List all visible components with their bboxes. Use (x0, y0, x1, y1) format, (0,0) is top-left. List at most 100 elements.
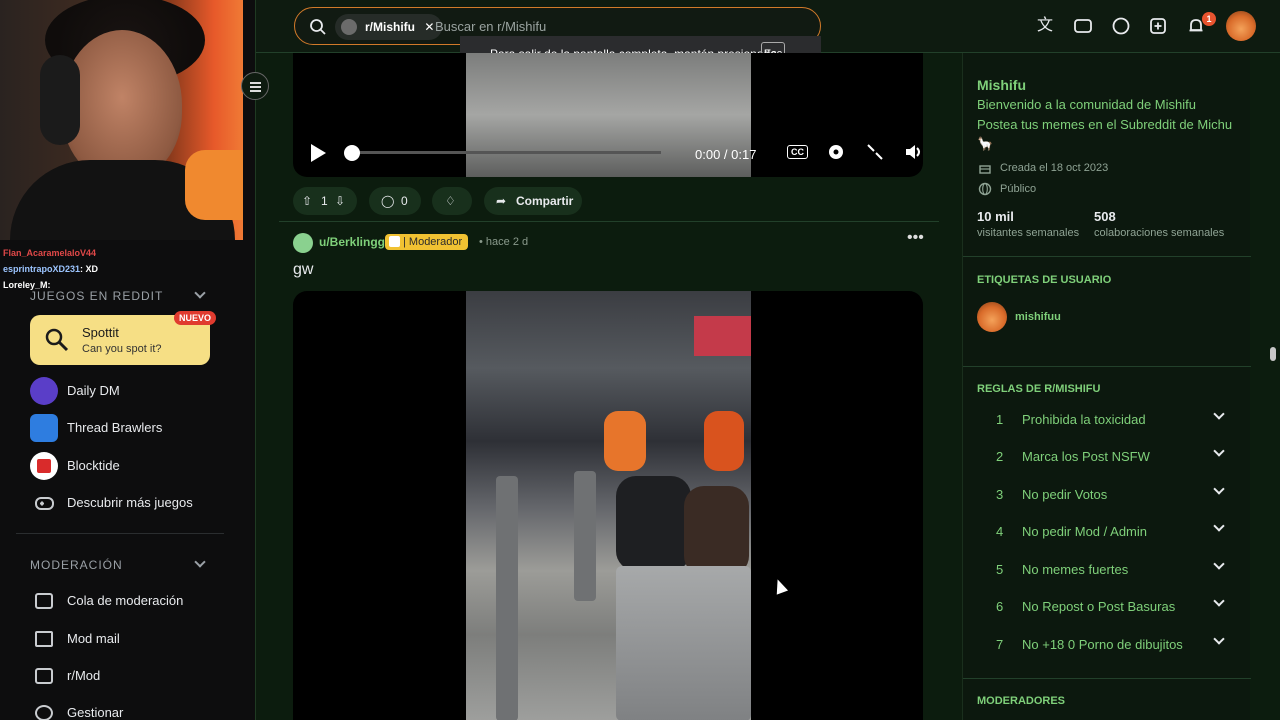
rule-number: 3 (996, 487, 1004, 502)
stat-value: 10 mil (977, 209, 1014, 224)
chevron-down-icon[interactable] (1213, 483, 1225, 495)
share-icon: ➦ (496, 194, 507, 208)
post-time: • hace 2 d (479, 236, 529, 248)
left-sidebar: Flan_AcaramelaloV44 esprintrapoXD231: XD… (0, 0, 256, 720)
sidebar-item-label: Gestionar (67, 705, 124, 720)
user-tag-avatar[interactable] (977, 302, 1007, 332)
community-description: Postea tus memes en el Subreddit de Mich… (977, 117, 1233, 132)
settings-gear-icon[interactable] (827, 143, 845, 161)
sidebar-item-discover-games[interactable]: Descubrir más juegos (30, 488, 230, 518)
hamburger-line (250, 90, 261, 92)
video-scene-person (616, 476, 691, 571)
sidebar-item-blocktide[interactable]: Blocktide (30, 451, 230, 481)
chat-user: esprintrapoXD231 (3, 264, 81, 274)
create-post-icon[interactable] (1148, 16, 1168, 36)
share-label: Compartir (516, 194, 574, 208)
advertise-icon[interactable] (1073, 16, 1093, 36)
rule-number: 6 (996, 599, 1004, 614)
visibility: Público (1000, 183, 1037, 195)
rule-item[interactable]: 2 Marca los Post NSFW (963, 439, 1251, 475)
author-avatar[interactable] (293, 233, 313, 253)
rule-number: 1 (996, 412, 1004, 427)
video-frame (466, 291, 751, 720)
mail-icon (35, 631, 53, 647)
divider (279, 221, 939, 222)
rule-label: No Repost o Post Basuras (1022, 599, 1176, 614)
magnifier-icon (45, 328, 69, 352)
search-icon (310, 19, 326, 35)
progress-handle[interactable] (344, 145, 360, 161)
chevron-down-icon[interactable] (1213, 408, 1225, 420)
vote-control[interactable]: ⇧ 1 ⇩ (293, 187, 357, 215)
sidebar-item-label: Cola de moderación (67, 593, 184, 608)
stat-label: colaboraciones semanales (1094, 227, 1225, 239)
sidebar-item-thread-brawlers[interactable]: Thread Brawlers (30, 413, 230, 443)
menu-toggle-button[interactable] (241, 72, 269, 100)
author-name[interactable]: u/Berklingg (319, 235, 385, 249)
fullscreen-exit-icon[interactable] (866, 143, 884, 161)
rule-item[interactable]: 7 No +18 0 Porno de dibujitos (963, 627, 1251, 663)
comment-count: 0 (401, 194, 408, 208)
spottit-game-card[interactable]: Spottit Can you spot it? NUEVO (30, 311, 216, 365)
chevron-down-icon[interactable] (1213, 595, 1225, 607)
post: u/Berklingg | Moderador • hace 2 d ••• g… (279, 221, 939, 720)
volume-icon[interactable] (905, 143, 923, 161)
rule-item[interactable]: 3 No pedir Votos (963, 477, 1251, 513)
daily-dm-icon (30, 377, 58, 405)
sidebar-item-mod-queue[interactable]: Cola de moderación (30, 586, 230, 616)
spottit-title: Spottit (82, 325, 119, 340)
hamburger-line (250, 82, 261, 84)
thread-brawlers-icon (30, 414, 58, 442)
moderation-section-header[interactable]: MODERACIÓN (30, 558, 123, 572)
community-chip-label: r/Mishifu (365, 20, 415, 34)
rule-label: No memes fuertes (1022, 562, 1129, 577)
more-options-icon[interactable]: ••• (907, 229, 924, 247)
upvote-icon[interactable]: ⇧ (302, 187, 312, 215)
chevron-down-icon[interactable] (1213, 445, 1225, 457)
award-button[interactable]: ♢ (432, 187, 472, 215)
chevron-down-icon[interactable] (194, 287, 206, 299)
rule-label: No pedir Mod / Admin (1022, 524, 1148, 539)
rule-item[interactable]: 5 No memes fuertes (963, 552, 1251, 588)
play-icon[interactable] (309, 143, 327, 163)
close-icon[interactable]: ✕ (424, 20, 434, 34)
translate-icon[interactable]: 文 (1035, 16, 1055, 36)
community-description: Bienvenido a la comunidad de Mishifu (977, 97, 1196, 112)
rule-label: Prohibida la toxicidad (1022, 412, 1146, 427)
rule-item[interactable]: 1 Prohibida la toxicidad (963, 402, 1251, 438)
sidebar-item-mod-mail[interactable]: Mod mail (30, 624, 230, 654)
progress-track[interactable] (351, 151, 661, 154)
scrollbar-thumb[interactable] (1270, 347, 1276, 361)
divider (963, 256, 1251, 257)
chevron-down-icon[interactable] (194, 556, 206, 568)
sidebar-item-manage[interactable]: Gestionar (30, 698, 230, 720)
video-player[interactable]: 0:00 / 0:17 CC (293, 53, 923, 177)
user-tag-name[interactable]: mishifuu (1015, 311, 1061, 323)
chevron-down-icon[interactable] (1213, 633, 1225, 645)
captions-icon[interactable]: CC (787, 145, 808, 159)
sidebar-item-r-mod[interactable]: r/Mod (30, 661, 230, 691)
sidebar-item-label: Daily DM (67, 383, 120, 398)
comments-button[interactable]: ◯ 0 (369, 187, 421, 215)
sidebar-item-daily-dm[interactable]: Daily DM (30, 376, 230, 406)
chevron-down-icon[interactable] (1213, 558, 1225, 570)
video-scene-pole (496, 476, 518, 720)
rule-item[interactable]: 4 No pedir Mod / Admin (963, 514, 1251, 550)
ad-icon (1074, 19, 1092, 33)
downvote-icon[interactable]: ⇩ (335, 187, 345, 215)
award-icon: ♢ (445, 194, 456, 208)
games-section-header[interactable]: JUEGOS EN REDDIT (30, 289, 163, 303)
video-player[interactable] (293, 291, 923, 720)
divider (963, 678, 1251, 679)
post-title[interactable]: gw (293, 261, 313, 279)
share-button[interactable]: ➦ Compartir (484, 187, 582, 215)
chat-line: esprintrapoXD231: XD (3, 264, 98, 274)
user-avatar[interactable] (1226, 11, 1256, 41)
chevron-down-icon[interactable] (1213, 520, 1225, 532)
chat-icon[interactable] (1111, 16, 1131, 36)
sidebar-item-label: r/Mod (67, 668, 101, 683)
rule-item[interactable]: 6 No Repost o Post Basuras (963, 589, 1251, 625)
chat-line: Flan_AcaramelaloV44 (3, 248, 96, 258)
community-chip[interactable]: r/Mishifu ✕ (335, 14, 443, 40)
blocktide-block (37, 459, 51, 473)
